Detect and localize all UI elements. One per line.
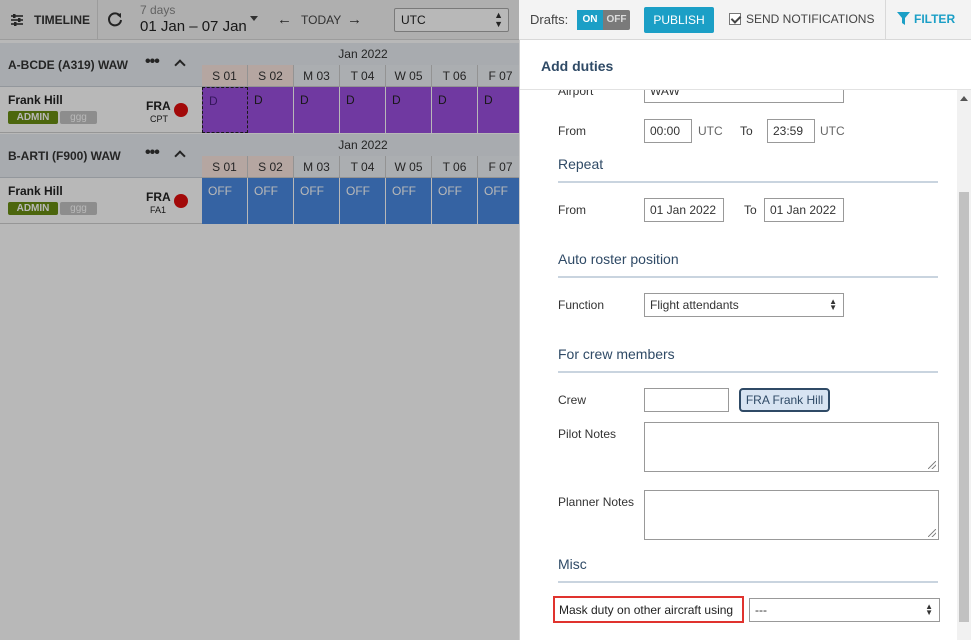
mask-duty-value: --- [755,603,767,617]
panel-title: Add duties [541,58,614,74]
filter-icon [897,12,910,25]
function-select[interactable]: Flight attendants ▲ ▼ [644,293,844,317]
panel-body: Airport WAW From 00:00 UTC To 23:59 UTC … [520,90,971,640]
resize-grip-icon[interactable] [928,461,936,469]
repeat-from-input[interactable]: 01 Jan 2022 [644,198,724,222]
time-from-input[interactable]: 00:00 [644,119,692,143]
scrollbar-thumb[interactable] [959,192,969,622]
add-duties-panel: Add duties Airport WAW From 00:00 UTC To… [519,40,971,640]
checkbox-checked-icon [729,13,741,25]
drafts-toggle[interactable]: ON OFF [577,10,630,30]
section-divider [558,181,938,183]
repeat-from-label: From [558,203,586,217]
time-to-unit: UTC [820,124,845,138]
function-label: Function [558,298,605,312]
pilot-notes-textarea[interactable] [644,422,939,472]
crew-chip[interactable]: FRA Frank Hill [739,388,830,412]
resize-grip-icon[interactable] [928,529,936,537]
section-title-repeat: Repeat [558,156,604,172]
airport-value: WAW [650,90,680,98]
filter-label: FILTER [914,12,956,26]
airport-input[interactable]: WAW [644,90,844,103]
send-notifications-checkbox[interactable]: SEND NOTIFICATIONS [729,12,874,26]
repeat-from-value: 01 Jan 2022 [650,203,717,217]
select-arrows-icon: ▲ ▼ [925,602,933,617]
section-title-misc: Misc [558,556,587,572]
repeat-to-label: To [744,203,757,217]
section-title-crew-members: For crew members [558,346,675,362]
time-to-label: To [740,124,753,138]
filter-button[interactable]: FILTER [897,12,955,26]
airport-label: Airport [558,90,594,98]
time-from-unit: UTC [698,124,723,138]
time-to-value: 23:59 [773,124,804,138]
repeat-to-value: 01 Jan 2022 [770,203,837,217]
panel-header: Add duties [520,40,971,90]
section-divider [558,371,938,373]
toggle-off: OFF [606,14,627,25]
time-from-value: 00:00 [650,124,681,138]
panel-scrollbar[interactable] [957,90,971,640]
time-from-label: From [558,124,586,138]
repeat-to-input[interactable]: 01 Jan 2022 [764,198,844,222]
divider [885,0,886,40]
drafts-label: Drafts: [530,12,569,27]
send-notifications-label: SEND NOTIFICATIONS [746,12,875,26]
planner-notes-label: Planner Notes [558,495,635,509]
time-to-input[interactable]: 23:59 [767,119,815,143]
section-title-auto-roster: Auto roster position [558,251,679,267]
section-divider [558,276,938,278]
select-arrows-icon: ▲ ▼ [829,297,837,312]
mask-duty-select[interactable]: --- ▲ ▼ [749,598,940,622]
function-value: Flight attendants [650,298,739,312]
pilot-notes-label: Pilot Notes [558,427,617,441]
publish-button[interactable]: PUBLISH [644,7,714,33]
section-divider [558,581,938,583]
crew-input[interactable] [644,388,729,412]
scroll-up-icon[interactable] [960,96,968,101]
planner-notes-textarea[interactable] [644,490,939,540]
toggle-on: ON [577,10,603,30]
mask-duty-label: Mask duty on other aircraft using [553,596,744,623]
crew-label: Crew [558,393,587,407]
modal-backdrop[interactable] [0,0,519,640]
